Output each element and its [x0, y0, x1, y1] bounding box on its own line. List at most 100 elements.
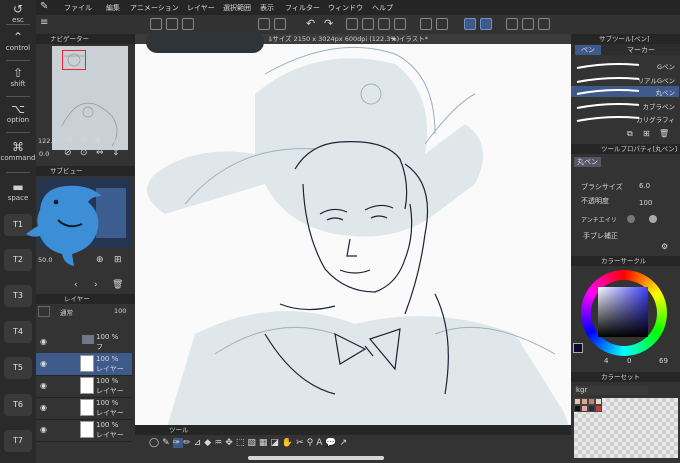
ruler-icon[interactable]: ✂: [296, 438, 307, 448]
menu-selection[interactable]: 選択範囲: [223, 3, 251, 13]
canvas-tab-second[interactable]: ★ イラスト*: [391, 34, 428, 44]
visibility-eye-icon[interactable]: ◉: [40, 403, 47, 412]
next-image-icon[interactable]: ›: [94, 280, 98, 290]
rotate-right-icon[interactable]: ⊙: [80, 148, 88, 158]
visibility-eye-icon[interactable]: ◉: [40, 425, 47, 434]
app-logo-icon[interactable]: ✎: [40, 1, 48, 12]
undo-icon[interactable]: ↶: [306, 17, 315, 30]
menu-view[interactable]: 表示: [260, 3, 274, 13]
flip-horizontal-icon[interactable]: ⇔: [96, 148, 104, 158]
antialias-strong-icon[interactable]: [649, 215, 657, 223]
navigator-thumbnail[interactable]: [52, 46, 128, 150]
delete-image-icon[interactable]: 🗑: [112, 280, 123, 290]
brush-real-g-pen[interactable]: リアルGペン: [571, 74, 679, 85]
hand-icon[interactable]: ✋: [282, 438, 296, 448]
visibility-eye-icon[interactable]: ◉: [40, 337, 47, 346]
balloon-icon[interactable]: 💬: [325, 438, 339, 448]
invert-selection-icon[interactable]: [378, 18, 390, 30]
blend-mode-select[interactable]: 通常: [60, 307, 73, 317]
t3-key[interactable]: T3: [4, 285, 32, 307]
actual-size-icon[interactable]: ◎: [108, 135, 116, 145]
visibility-eye-icon[interactable]: ◉: [40, 359, 47, 368]
snap-grid-icon[interactable]: [480, 18, 492, 30]
layer-row[interactable]: ◉ 100 % レイヤー: [36, 419, 132, 442]
tab-pen[interactable]: ペン: [575, 45, 601, 55]
zoom-out-icon[interactable]: ⊖: [66, 135, 74, 145]
menu-animation[interactable]: アニメーション: [130, 3, 179, 13]
t5-key[interactable]: T5: [4, 357, 32, 379]
snap-ruler-icon[interactable]: [436, 18, 448, 30]
command-key[interactable]: ⌘ command: [0, 140, 36, 163]
shift-key[interactable]: ⇧ shift: [0, 66, 36, 89]
figure-icon[interactable]: ◪: [270, 438, 282, 448]
t4-key[interactable]: T4: [4, 321, 32, 343]
t7-key[interactable]: T7: [4, 430, 32, 452]
layer-opacity-value[interactable]: 100: [114, 307, 126, 315]
lasso-icon[interactable]: ◯: [149, 438, 162, 448]
visibility-eye-icon[interactable]: ◉: [40, 381, 47, 390]
antialias-weak-icon[interactable]: [627, 215, 635, 223]
hamburger-menu-icon[interactable]: ≡: [40, 17, 48, 28]
color-set-select[interactable]: kgr: [574, 386, 648, 395]
show-selection-icon[interactable]: [394, 18, 406, 30]
fit-view-icon[interactable]: ◉: [94, 135, 102, 145]
layer-row[interactable]: ◉ 100 % レイヤー: [36, 375, 132, 398]
rotate-left-icon[interactable]: ⊘: [64, 148, 72, 158]
copy-subtool-icon[interactable]: ⧉: [627, 129, 633, 139]
menu-edit[interactable]: 編集: [106, 3, 120, 13]
layer-row[interactable]: ◉ 100 % レイヤー: [36, 397, 132, 420]
transform-icon[interactable]: [346, 18, 358, 30]
view-options-icon[interactable]: [538, 18, 550, 30]
subtool-settings-icon[interactable]: ⊞: [643, 129, 650, 138]
settings-icon[interactable]: [182, 18, 194, 30]
snap-icon[interactable]: [420, 18, 432, 30]
current-color-swatch[interactable]: [573, 343, 583, 353]
brush-kabura-pen[interactable]: カブラペン: [571, 100, 679, 111]
brush-size-value[interactable]: 6.0: [639, 182, 650, 190]
esc-key[interactable]: ↺ esc: [0, 2, 36, 25]
pen-icon[interactable]: ✎: [162, 438, 173, 448]
t6-key[interactable]: T6: [4, 394, 32, 416]
control-key[interactable]: ⌃ control: [0, 30, 36, 53]
color-swatch-grid[interactable]: [574, 398, 678, 458]
eraser-icon[interactable]: ◆: [204, 438, 214, 448]
menu-filter[interactable]: フィルター: [285, 3, 320, 13]
tool-settings-icon[interactable]: ⚙: [661, 242, 668, 251]
edit-ruler-icon[interactable]: [506, 18, 518, 30]
brush-round-pen[interactable]: 丸ペン: [571, 86, 679, 97]
airbrush-icon[interactable]: ⊿: [194, 438, 205, 448]
zoom-in-icon[interactable]: ⊕: [80, 135, 88, 145]
saturation-value-square[interactable]: [598, 287, 648, 337]
canvas-tab-title[interactable]: ﾙサイズ 2150 x 3024px 600dpi (122.3%): [269, 34, 399, 44]
menu-help[interactable]: ヘルプ: [372, 3, 393, 13]
flip-vertical-icon[interactable]: ⇕: [112, 148, 120, 158]
snap-special-ruler-icon[interactable]: [464, 18, 476, 30]
clear-icon[interactable]: [258, 18, 270, 30]
home-indicator[interactable]: [248, 456, 384, 460]
prev-image-icon[interactable]: ‹: [74, 280, 78, 290]
brush-g-pen[interactable]: Gペン: [571, 60, 679, 71]
fill-icon[interactable]: [274, 18, 286, 30]
blend-icon[interactable]: ♒: [214, 438, 225, 448]
tab-marker[interactable]: マーカー: [627, 45, 655, 55]
brush-icon[interactable]: ✑: [172, 438, 184, 448]
brush-calligraphy[interactable]: カリグラフィ: [571, 113, 679, 124]
canvas[interactable]: [135, 34, 571, 434]
deselect-icon[interactable]: [362, 18, 374, 30]
delete-subtool-icon[interactable]: 🗑: [659, 129, 669, 138]
select-icon[interactable]: ⬚: [236, 438, 248, 448]
save-icon[interactable]: [166, 18, 178, 30]
move-icon[interactable]: ✥: [225, 438, 236, 448]
opacity-value[interactable]: 100: [639, 199, 652, 207]
layer-row[interactable]: ◉ 100 % レイヤー: [36, 353, 132, 376]
pencil-icon[interactable]: ✏: [183, 438, 194, 448]
correction-icon[interactable]: ↗: [340, 438, 351, 448]
menu-file[interactable]: ファイル: [64, 3, 92, 13]
layer-lock-icon[interactable]: [38, 306, 50, 317]
new-icon[interactable]: [150, 18, 162, 30]
option-key[interactable]: ⌥ option: [0, 102, 36, 125]
gradient-icon[interactable]: ▦: [259, 438, 271, 448]
menu-window[interactable]: ウィンドウ: [328, 3, 363, 13]
menu-layer[interactable]: レイヤー: [187, 3, 215, 13]
edit-guide-icon[interactable]: [522, 18, 534, 30]
